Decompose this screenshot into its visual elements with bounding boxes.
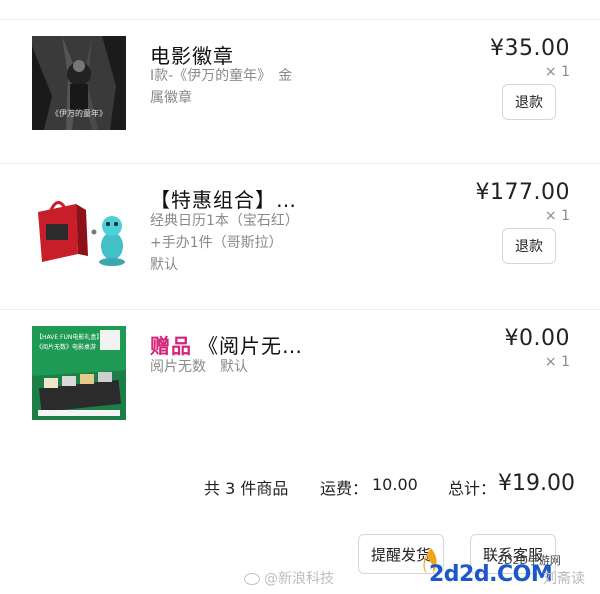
spec-line: 默认	[150, 257, 178, 273]
product-price: ¥35.00	[490, 36, 570, 61]
combo-product-image	[32, 182, 126, 276]
spec-line: I款-《伊万的童年》 金	[150, 68, 293, 84]
refund-button[interactable]: 退款	[502, 228, 556, 264]
total-label: 总计：	[448, 479, 497, 498]
order-summary: 共 3 件商品 运费： 10.00 总计： ¥19.00	[0, 455, 600, 517]
spec-line: 阅片无数 默认	[150, 359, 248, 375]
order-items-card: 《伊万的童年》 电影徽章 I款-《伊万的童年》 金 属徽章 ¥35.00 × 1…	[0, 0, 600, 455]
order-detail-page: 《伊万的童年》 电影徽章 I款-《伊万的童年》 金 属徽章 ¥35.00 × 1…	[0, 0, 600, 594]
weibo-icon	[244, 573, 260, 585]
total-value: ¥19.00	[498, 471, 575, 496]
product-thumbnail-badge[interactable]: 《伊万的童年》	[32, 36, 126, 130]
spec-line: 属徽章	[150, 90, 192, 106]
refund-button[interactable]: 退款	[502, 84, 556, 120]
product-title-text: 《阅片无…	[198, 334, 303, 358]
product-title[interactable]: 赠品 《阅片无…	[150, 330, 303, 359]
spec-line: +手办1件（哥斯拉）	[150, 235, 283, 251]
product-price: ¥0.00	[504, 326, 570, 351]
order-item-gift[interactable]: 【HAVE FUN电影礼盒】 《阅片无数》电影桌游 赠品 《阅片无… 阅片无数 默…	[0, 310, 600, 440]
spec-line: 经典日历1本（宝石红）	[150, 213, 299, 229]
shipping-value: 10.00	[372, 475, 418, 494]
product-thumbnail-combo[interactable]	[32, 182, 126, 276]
gift-tag: 赠品	[150, 334, 192, 358]
ghost-watermark-text: 刘斋读	[543, 571, 585, 587]
product-quantity: × 1	[544, 208, 570, 224]
product-quantity: × 1	[544, 64, 570, 80]
shipping-label: 运费：	[320, 479, 369, 498]
weibo-watermark-text: @新浪科技	[264, 571, 334, 587]
thumbnail-caption: 【HAVE FUN电影礼盒】	[36, 334, 103, 341]
product-price: ¥177.00	[475, 180, 570, 205]
product-spec: 阅片无数 默认	[150, 356, 320, 378]
order-item[interactable]: 《伊万的童年》 电影徽章 I款-《伊万的童年》 金 属徽章 ¥35.00 × 1…	[0, 20, 600, 150]
product-spec: 经典日历1本（宝石红） +手办1件（哥斯拉） 默认	[150, 210, 320, 276]
site-watermark: 2d2d.COM 2D2D手游网 刘斋读	[423, 548, 598, 592]
site-logo-subtext: 2D2D手游网	[497, 554, 561, 567]
thumbnail-caption: 《阅片无数》电影桌游	[36, 344, 97, 351]
product-spec: I款-《伊万的童年》 金 属徽章	[150, 65, 320, 109]
thumbnail-caption: 《伊万的童年》	[51, 109, 107, 118]
product-quantity: × 1	[544, 354, 570, 370]
product-title[interactable]: 【特惠组合】…	[150, 184, 297, 213]
product-thumbnail-boardgame[interactable]: 【HAVE FUN电影礼盒】 《阅片无数》电影桌游	[32, 326, 126, 420]
item-count: 共 3 件商品	[204, 479, 289, 498]
order-item[interactable]: 【特惠组合】… 经典日历1本（宝石红） +手办1件（哥斯拉） 默认 ¥177.0…	[0, 164, 600, 294]
weibo-watermark: @新浪科技	[244, 568, 334, 588]
